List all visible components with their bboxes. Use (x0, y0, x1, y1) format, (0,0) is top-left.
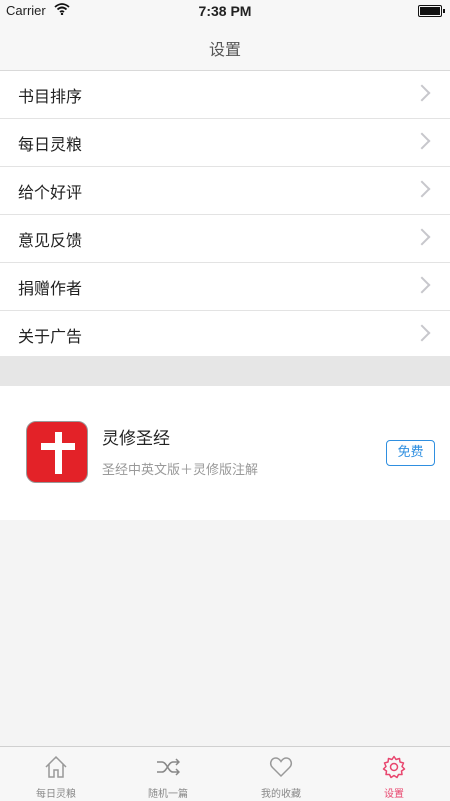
promo-app-subtitle: 圣经中英文版＋灵修版注解 (102, 463, 259, 478)
chevron-right-icon (413, 180, 431, 198)
tab-label: 随机一篇 (148, 789, 188, 800)
settings-menu: 书目排序 每日灵粮 给个好评 意见反馈 捐赠作者 关于广告 (0, 71, 450, 358)
promo-app-name: 灵修圣经 (102, 429, 170, 449)
battery-icon (418, 5, 445, 17)
clock: 7:38 PM (198, 3, 252, 19)
free-get-button[interactable]: 免费 (386, 440, 435, 466)
menu-item-label: 书目排序 (18, 87, 83, 106)
menu-item-feedback[interactable]: 意见反馈 (0, 215, 450, 263)
menu-item-label: 意见反馈 (18, 231, 83, 250)
tab-daily-bread[interactable]: 每日灵粮 (0, 747, 112, 801)
menu-item-label: 给个好评 (18, 183, 83, 202)
menu-item-sort-books[interactable]: 书目排序 (0, 71, 450, 119)
menu-item-donate[interactable]: 捐赠作者 (0, 263, 450, 311)
app-promo-card[interactable]: 灵修圣经 圣经中英文版＋灵修版注解 免费 (0, 386, 450, 520)
chevron-right-icon (413, 324, 431, 342)
tab-favorites[interactable]: 我的收藏 (225, 747, 337, 801)
menu-item-daily-bread[interactable]: 每日灵粮 (0, 119, 450, 167)
menu-item-rate-app[interactable]: 给个好评 (0, 167, 450, 215)
status-bar: Carrier 7:38 PM (0, 0, 450, 22)
heart-icon (270, 757, 292, 778)
chevron-right-icon (413, 84, 431, 102)
cross-app-icon (26, 421, 88, 483)
gear-icon (382, 755, 406, 779)
chevron-right-icon (413, 132, 431, 150)
menu-item-label: 关于广告 (18, 327, 83, 346)
tab-random[interactable]: 随机一篇 (112, 747, 224, 801)
tab-label: 我的收藏 (261, 789, 301, 800)
page-title: 设置 (208, 40, 241, 59)
home-icon (45, 755, 67, 778)
tab-settings[interactable]: 设置 (338, 747, 450, 801)
menu-item-about-ads[interactable]: 关于广告 (0, 311, 450, 358)
tab-label: 每日灵粮 (36, 789, 76, 800)
navigation-bar: 设置 (0, 22, 450, 71)
tab-bar: 每日灵粮 随机一篇 我的收藏 设置 (0, 746, 450, 801)
chevron-right-icon (413, 276, 431, 294)
menu-item-label: 捐赠作者 (18, 279, 83, 298)
shuffle-icon (157, 758, 180, 776)
chevron-right-icon (413, 228, 431, 246)
tab-label: 设置 (384, 789, 404, 800)
section-divider (0, 356, 450, 386)
menu-item-label: 每日灵粮 (18, 135, 83, 154)
